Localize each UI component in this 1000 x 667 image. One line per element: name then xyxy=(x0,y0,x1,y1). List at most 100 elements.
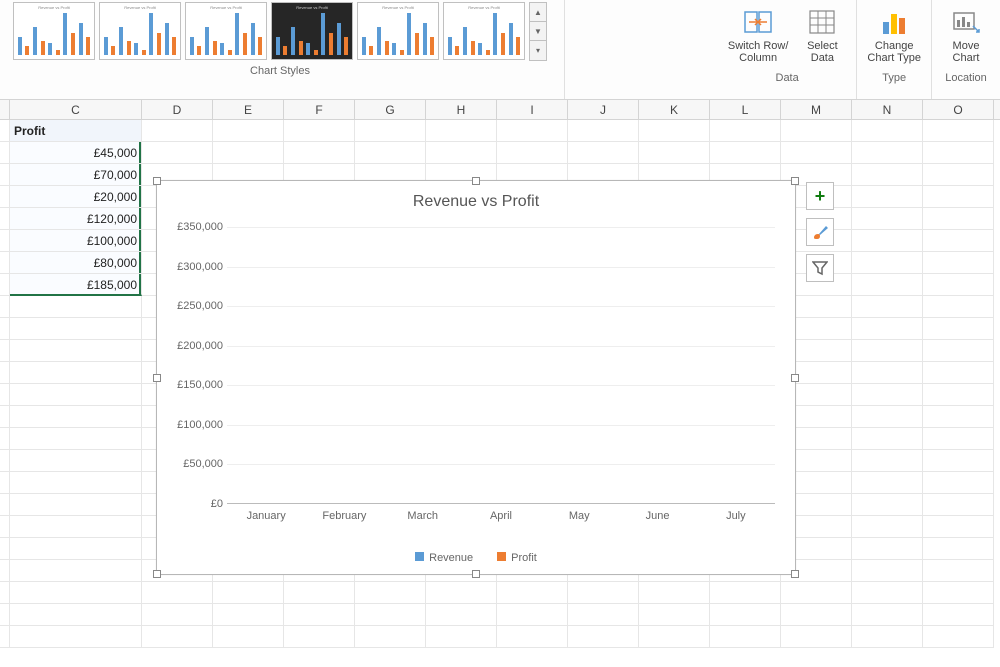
resize-handle[interactable] xyxy=(153,177,161,185)
chart-style-thumb[interactable]: Revenue vs Profit xyxy=(357,2,439,60)
cell[interactable] xyxy=(284,582,355,604)
cell[interactable] xyxy=(781,120,852,142)
chart-legend[interactable]: Revenue Profit xyxy=(157,552,795,564)
cell[interactable] xyxy=(639,626,710,648)
cell[interactable] xyxy=(426,582,497,604)
cell[interactable] xyxy=(852,626,923,648)
cell[interactable] xyxy=(10,516,142,538)
cell[interactable] xyxy=(355,582,426,604)
cell[interactable] xyxy=(142,626,213,648)
cell[interactable]: Profit xyxy=(10,120,142,142)
cell[interactable] xyxy=(213,120,284,142)
cell[interactable] xyxy=(284,626,355,648)
cell[interactable] xyxy=(355,626,426,648)
col-header[interactable]: I xyxy=(497,100,568,119)
chart-style-thumb[interactable]: Revenue vs Profit xyxy=(99,2,181,60)
cell[interactable] xyxy=(10,560,142,582)
cell[interactable] xyxy=(639,142,710,164)
cell[interactable] xyxy=(639,604,710,626)
cell[interactable] xyxy=(852,582,923,604)
cell[interactable] xyxy=(0,208,10,230)
cell[interactable] xyxy=(497,142,568,164)
cell[interactable] xyxy=(213,142,284,164)
cell[interactable] xyxy=(923,494,994,516)
cell[interactable] xyxy=(852,252,923,274)
cell[interactable] xyxy=(426,120,497,142)
col-header[interactable]: C xyxy=(10,100,142,119)
chart-style-thumb[interactable]: Revenue vs Profit xyxy=(185,2,267,60)
chart-filter-button[interactable] xyxy=(806,254,834,282)
col-header[interactable]: N xyxy=(852,100,923,119)
cell[interactable] xyxy=(923,274,994,296)
cell[interactable] xyxy=(852,560,923,582)
cell[interactable] xyxy=(142,120,213,142)
cell[interactable] xyxy=(852,274,923,296)
cell[interactable] xyxy=(923,186,994,208)
cell[interactable] xyxy=(923,428,994,450)
cell[interactable] xyxy=(0,296,10,318)
cell[interactable] xyxy=(852,120,923,142)
cell[interactable] xyxy=(0,230,10,252)
cell[interactable] xyxy=(852,340,923,362)
cell[interactable] xyxy=(923,296,994,318)
style-scroll-more[interactable]: ▾ xyxy=(530,41,546,60)
cell[interactable] xyxy=(710,142,781,164)
cell[interactable]: £45,000 xyxy=(10,142,142,164)
cell[interactable] xyxy=(426,626,497,648)
cell[interactable] xyxy=(852,450,923,472)
col-header[interactable]: M xyxy=(781,100,852,119)
cell[interactable] xyxy=(568,142,639,164)
cell[interactable] xyxy=(10,494,142,516)
cell[interactable] xyxy=(0,384,10,406)
cell[interactable] xyxy=(284,120,355,142)
cell[interactable] xyxy=(0,428,10,450)
cell[interactable] xyxy=(923,362,994,384)
cell[interactable] xyxy=(923,472,994,494)
cell[interactable] xyxy=(10,582,142,604)
cell[interactable] xyxy=(10,604,142,626)
cell[interactable] xyxy=(568,582,639,604)
cell[interactable] xyxy=(852,472,923,494)
cell[interactable] xyxy=(10,538,142,560)
cell[interactable] xyxy=(142,142,213,164)
chart-styles-button[interactable] xyxy=(806,218,834,246)
cell[interactable] xyxy=(0,164,10,186)
cell[interactable] xyxy=(0,120,10,142)
legend-item-profit[interactable]: Profit xyxy=(497,552,537,564)
cell[interactable] xyxy=(10,406,142,428)
resize-handle[interactable] xyxy=(791,374,799,382)
cell[interactable] xyxy=(923,142,994,164)
col-header[interactable]: D xyxy=(142,100,213,119)
cell[interactable] xyxy=(0,252,10,274)
cell[interactable] xyxy=(852,428,923,450)
cell[interactable] xyxy=(355,604,426,626)
cell[interactable] xyxy=(355,120,426,142)
cell[interactable] xyxy=(10,472,142,494)
cell[interactable] xyxy=(852,296,923,318)
cell[interactable]: £185,000 xyxy=(10,274,142,296)
move-chart-button[interactable]: MoveChart xyxy=(938,2,994,68)
worksheet[interactable]: C D E F G H I J K L M N O Profit£45,000£… xyxy=(0,100,1000,648)
cell[interactable] xyxy=(710,120,781,142)
cell[interactable] xyxy=(0,274,10,296)
cell[interactable] xyxy=(923,340,994,362)
cell[interactable] xyxy=(923,604,994,626)
change-chart-type-button[interactable]: ChangeChart Type xyxy=(863,2,925,68)
cell[interactable] xyxy=(923,208,994,230)
resize-handle[interactable] xyxy=(791,177,799,185)
chart-style-thumb[interactable]: Revenue vs Profit xyxy=(271,2,353,60)
chart-style-thumb[interactable]: Revenue vs Profit xyxy=(13,2,95,60)
cell[interactable] xyxy=(213,582,284,604)
cell[interactable] xyxy=(923,406,994,428)
plot-area[interactable]: JanuaryFebruaryMarchAprilMayJuneJuly £0£… xyxy=(227,227,775,504)
legend-item-revenue[interactable]: Revenue xyxy=(415,552,473,564)
chart-elements-button[interactable]: + xyxy=(806,182,834,210)
cell[interactable] xyxy=(426,604,497,626)
cell[interactable]: £80,000 xyxy=(10,252,142,274)
style-scroll-up[interactable]: ▲ xyxy=(530,3,546,22)
cell[interactable] xyxy=(710,604,781,626)
embedded-chart[interactable]: Revenue vs Profit JanuaryFebruaryMarchAp… xyxy=(156,180,796,575)
cell[interactable] xyxy=(0,406,10,428)
cell[interactable] xyxy=(10,450,142,472)
cell[interactable] xyxy=(0,362,10,384)
